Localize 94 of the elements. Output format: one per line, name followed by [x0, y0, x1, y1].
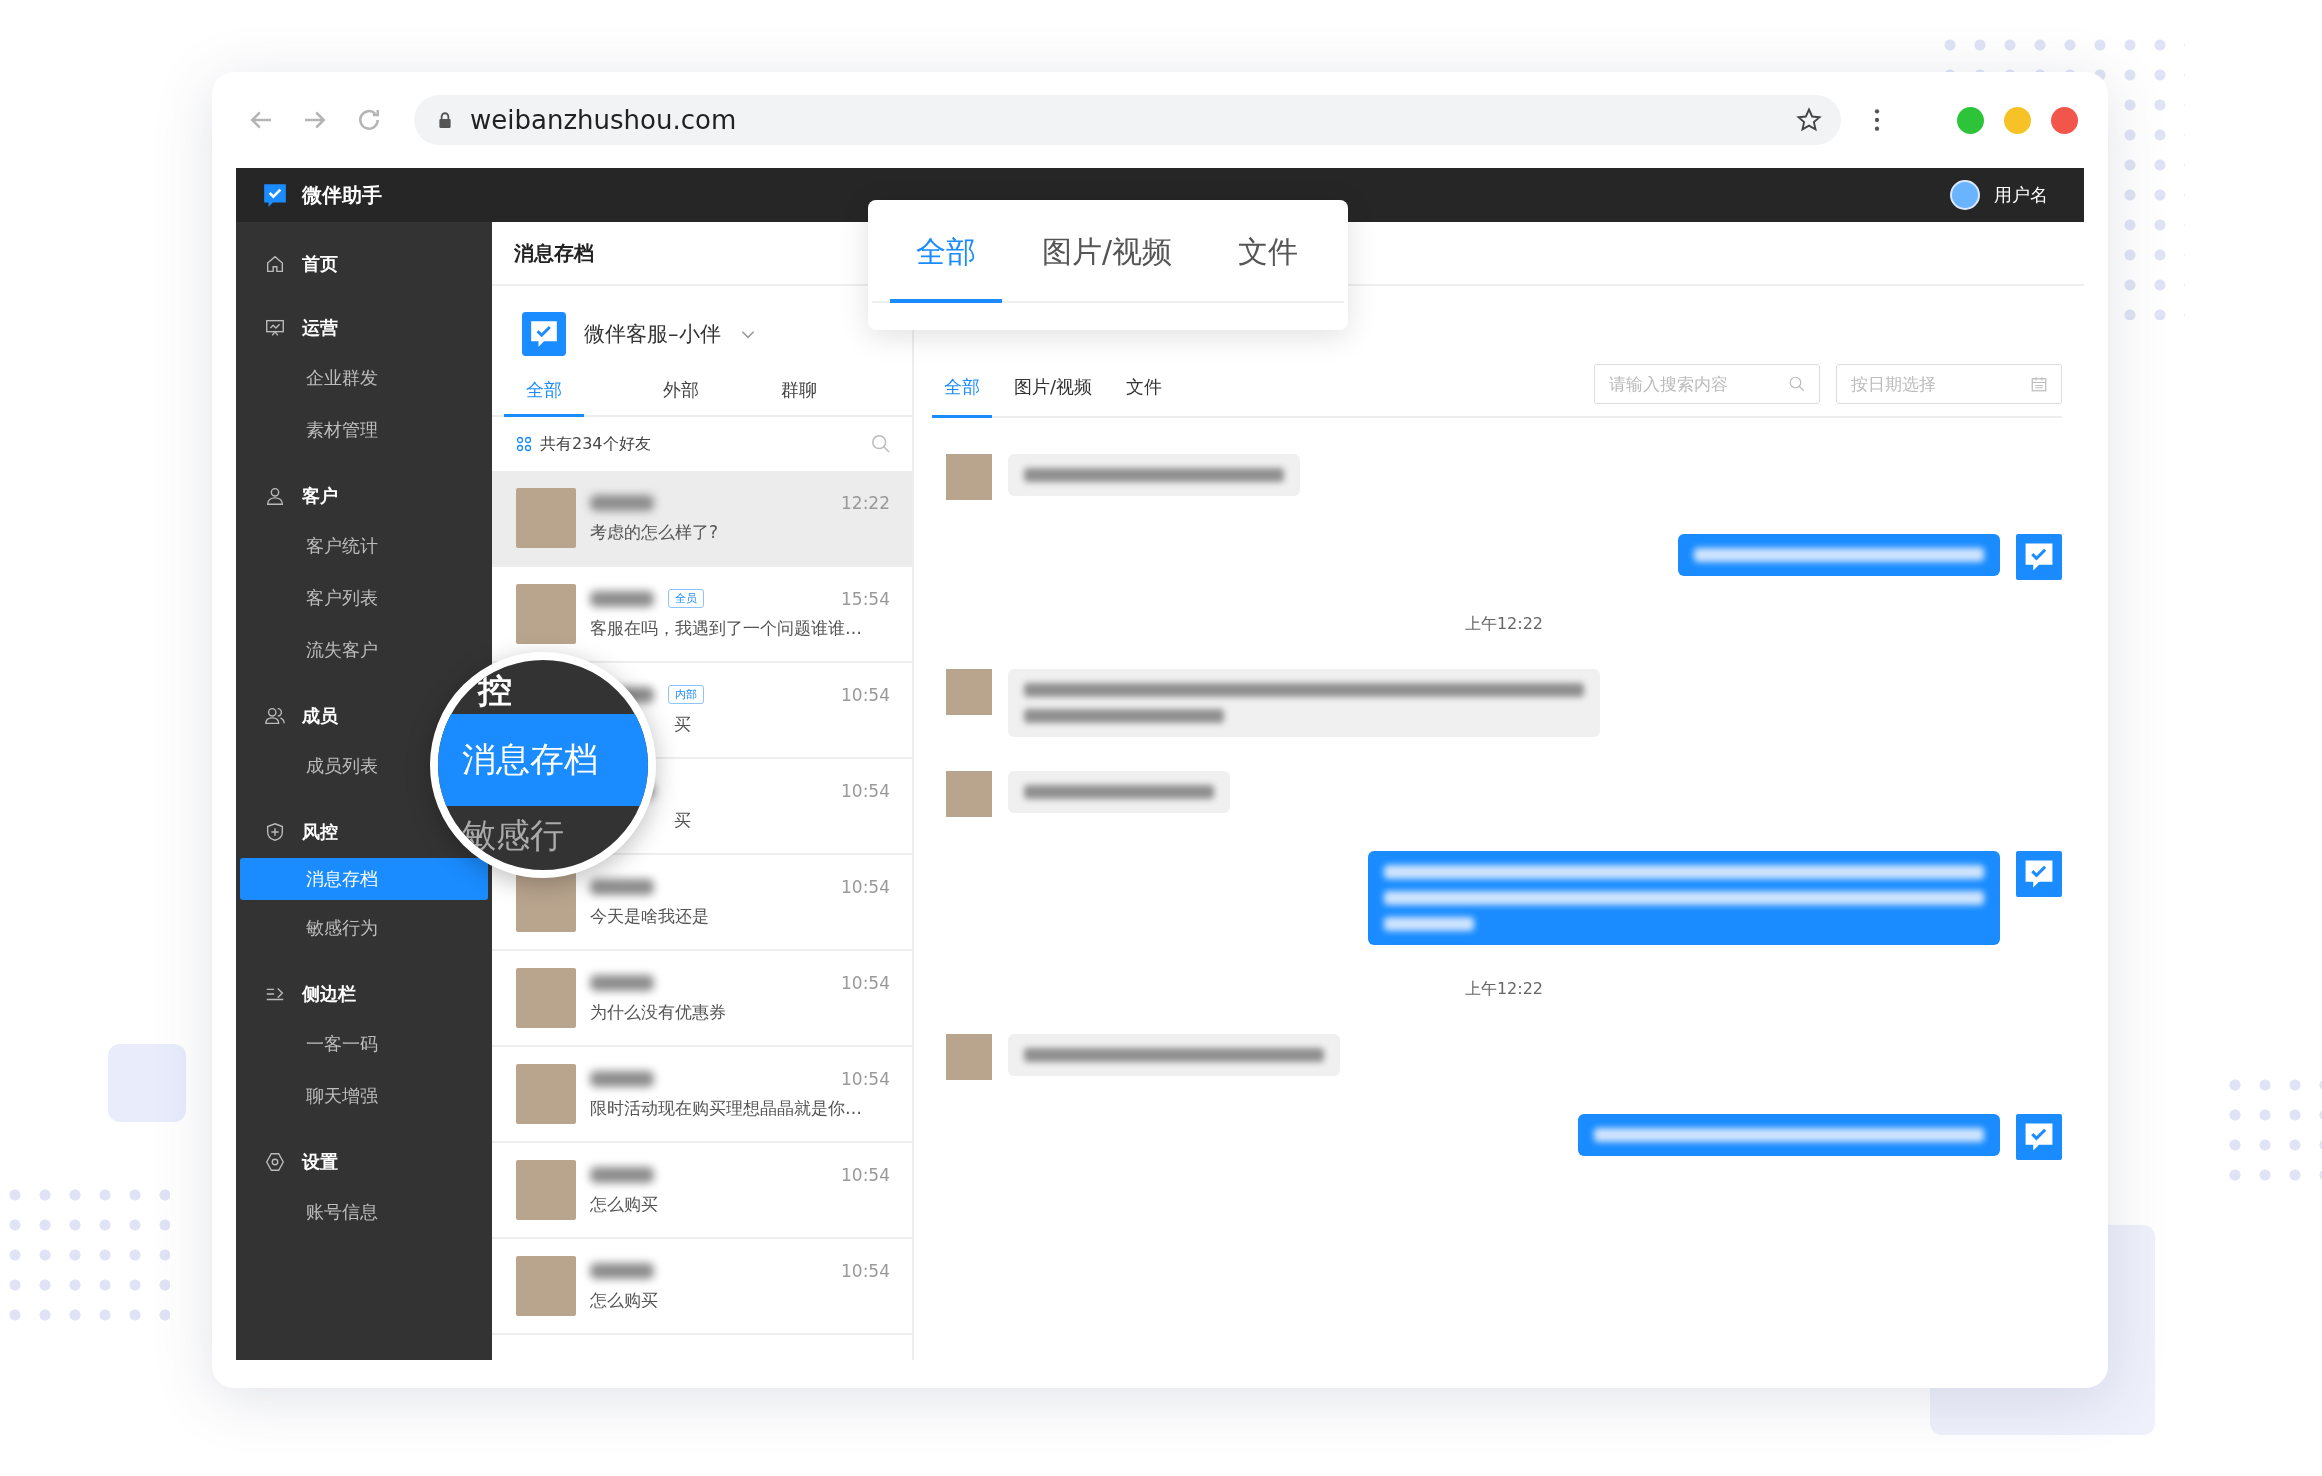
message-time: 15:54: [841, 588, 890, 609]
message-time: 10:54: [841, 876, 890, 897]
sidebar-group-item[interactable]: 首页: [236, 240, 338, 288]
sidebar-item[interactable]: 聊天增强: [240, 1072, 390, 1120]
message-time: 10:54: [841, 780, 890, 801]
sidebar-item[interactable]: 成员列表: [240, 742, 390, 790]
chat-check-icon: [2016, 1114, 2062, 1160]
avatar-placeholder: [516, 1160, 576, 1220]
avatar-placeholder: [946, 669, 992, 715]
avatar-placeholder: [946, 1034, 992, 1080]
blurred-name: [590, 1166, 654, 1183]
friend-count: 共有234个好友: [540, 433, 651, 455]
message-time: 10:54: [841, 1164, 890, 1185]
search-field[interactable]: 请输入搜索内容: [1594, 364, 1820, 404]
users-icon: [264, 705, 286, 727]
settings-icon: [264, 1151, 286, 1173]
blurred-name: [590, 1262, 654, 1279]
search-icon: [1788, 375, 1806, 393]
message-time: 12:22: [841, 492, 890, 513]
blurred-name: [590, 974, 654, 991]
tag: 内部: [668, 685, 704, 704]
avatar-placeholder: [516, 1064, 576, 1124]
message-preview: 怎么购买: [590, 1288, 659, 1312]
filter-tab[interactable]: 群聊: [740, 364, 858, 417]
sidebar-item[interactable]: 素材管理: [240, 406, 390, 454]
chat-check-icon: [2016, 534, 2062, 580]
chat-check-icon: [2016, 851, 2062, 897]
sidebar-group-item[interactable]: 运营: [236, 304, 338, 352]
app-name: 微伴助手: [302, 181, 382, 209]
search-icon[interactable]: [870, 433, 892, 455]
blurred-name: [590, 1070, 654, 1087]
message-preview: 今天是啥我还是: [590, 904, 710, 928]
avatar-placeholder: [516, 968, 576, 1028]
avatar-placeholder: [946, 771, 992, 817]
sidebar-group-item[interactable]: 设置: [236, 1138, 338, 1186]
message-preview: 买: [673, 712, 692, 736]
page-title: 消息存档: [514, 239, 594, 267]
lock-icon: [436, 111, 454, 129]
message-preview: 为什么没有优惠券: [590, 1000, 727, 1024]
sidebar-group-item[interactable]: 侧边栏: [236, 970, 356, 1018]
shield-icon: [264, 821, 286, 843]
menu-icon[interactable]: [1873, 107, 1881, 133]
timestamp: 上午12:22: [1464, 979, 1544, 998]
date-field[interactable]: 按日期选择: [1836, 364, 2062, 404]
message-preview: 怎么购买: [590, 1192, 659, 1216]
message-preview: 客服在吗，我遇到了一个问题谁谁…: [590, 616, 863, 640]
conversation-item[interactable]: 12:22 考虑的怎么样了?: [492, 471, 912, 567]
sidebar-item[interactable]: 账号信息: [240, 1188, 390, 1236]
sidebar-item[interactable]: 企业群发: [240, 354, 390, 402]
board-icon: [264, 317, 286, 339]
account-selector[interactable]: 微伴客服–小伴: [522, 310, 757, 358]
user-name[interactable]: 用户名: [1994, 183, 2048, 207]
home-icon: [264, 253, 286, 275]
sidebar-group-item[interactable]: 风控: [236, 808, 338, 856]
tag: 全员: [668, 589, 704, 608]
message-time: 10:54: [841, 684, 890, 705]
sidebar-group-item[interactable]: 成员: [236, 692, 338, 740]
sidebar-item[interactable]: 敏感行为: [240, 904, 390, 952]
sidebar-item[interactable]: 客户列表: [240, 574, 390, 622]
avatar-placeholder: [946, 454, 992, 500]
sidebar-item[interactable]: 一客一码: [240, 1020, 390, 1068]
message-preview: 考虑的怎么样了?: [590, 520, 720, 544]
avatar-placeholder: [516, 488, 576, 548]
message-preview: 买: [673, 808, 692, 832]
user-avatar[interactable]: [1950, 180, 1980, 210]
filter-tab[interactable]: 外部: [622, 364, 740, 417]
calendar-icon: [2030, 375, 2048, 393]
avatar-placeholder: [516, 1256, 576, 1316]
blurred-name: [590, 494, 654, 511]
message-preview: 限时活动现在购买理想晶晶就是你…: [590, 1096, 863, 1120]
content-tab[interactable]: 图片/视频: [1016, 200, 1199, 303]
window-control-icon[interactable]: [2004, 106, 2031, 134]
avatar-placeholder: [516, 872, 576, 932]
content-tab[interactable]: 文件: [1212, 200, 1325, 303]
sidebar-item[interactable]: 客户统计: [240, 522, 390, 570]
message-time: 10:54: [841, 1260, 890, 1281]
logo-icon: [262, 182, 288, 208]
content-tab[interactable]: 文件: [1114, 375, 1175, 418]
grid-icon: [516, 436, 532, 452]
content-tab[interactable]: 图片/视频: [1002, 375, 1105, 418]
message-time: 10:54: [841, 972, 890, 993]
timestamp: 上午12:22: [1464, 614, 1544, 633]
sidebar-item[interactable]: 流失客户: [240, 626, 390, 674]
avatar-placeholder: [516, 584, 576, 644]
chat-check-icon: [522, 312, 566, 356]
blurred-name: [590, 590, 654, 607]
window-control-icon[interactable]: [2051, 106, 2078, 134]
window-control-icon[interactable]: [1957, 106, 1984, 134]
address-bar[interactable]: weibanzhushou.com: [414, 95, 1841, 145]
blurred-name: [590, 878, 654, 895]
star-icon[interactable]: [1795, 106, 1823, 134]
sidebar-group-item[interactable]: 客户: [236, 472, 338, 520]
message-time: 10:54: [841, 1068, 890, 1089]
user-icon: [264, 485, 286, 507]
